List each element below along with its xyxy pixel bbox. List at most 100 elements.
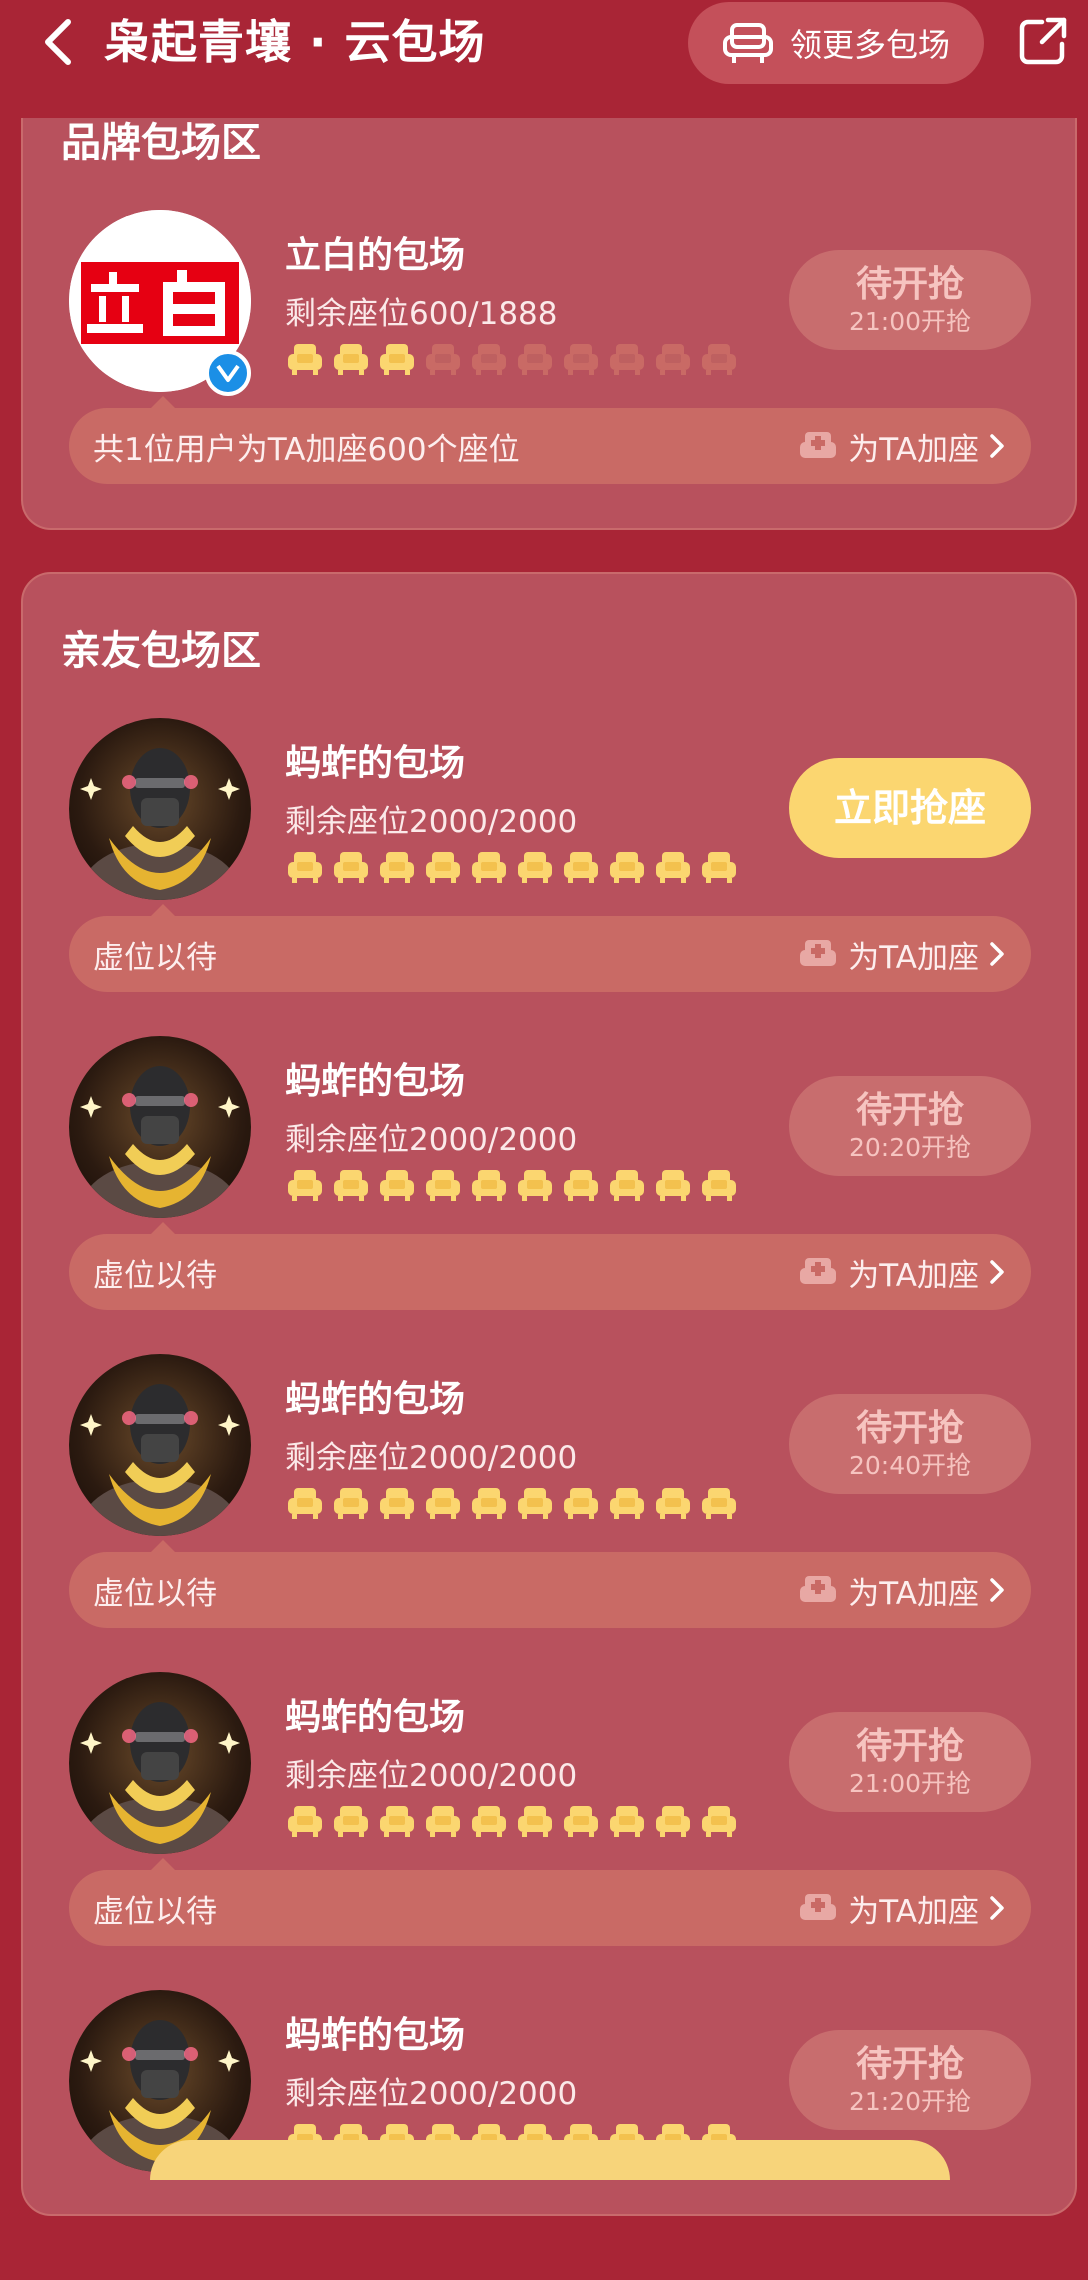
section-title-friend: 亲友包场区 bbox=[61, 628, 261, 674]
action-time: 20:20开抢 bbox=[848, 1133, 972, 1162]
seat-filled-icon bbox=[334, 1806, 368, 1837]
grab-seat-button[interactable]: 待开抢 20:20开抢 bbox=[789, 1076, 1031, 1176]
chevron-right-icon bbox=[990, 1578, 1004, 1602]
avatar[interactable] bbox=[69, 718, 251, 900]
seat-filled-icon bbox=[426, 852, 460, 883]
friend-card: 蚂蚱的包场 剩余座位2000/2000 待开抢 21:00开抢 虚位以待 为TA… bbox=[23, 1672, 1075, 1962]
add-seat-label: 为TA加座 bbox=[848, 1893, 979, 1930]
pointer-arrow bbox=[151, 1540, 175, 1552]
seat-empty-icon bbox=[702, 344, 736, 375]
add-seat-link[interactable]: 为TA加座 bbox=[798, 1568, 1005, 1613]
add-sofa-icon bbox=[800, 1576, 837, 1602]
seat-filled-icon bbox=[426, 1806, 460, 1837]
support-text: 共1位用户为TA加座600个座位 bbox=[93, 431, 520, 468]
seat-count: 剩余座位2000/2000 bbox=[285, 1122, 578, 1158]
add-seat-label: 为TA加座 bbox=[848, 939, 979, 976]
seat-filled-icon bbox=[518, 1170, 552, 1201]
action-label: 待开抢 bbox=[855, 264, 964, 305]
verified-icon bbox=[205, 350, 251, 396]
grab-seat-button[interactable]: 待开抢 21:20开抢 bbox=[789, 2030, 1031, 2130]
seat-filled-icon bbox=[380, 1170, 414, 1201]
support-bar[interactable]: 共1位用户为TA加座600个座位 为TA加座 bbox=[69, 408, 1031, 484]
seat-empty-icon bbox=[564, 344, 598, 375]
seat-filled-icon bbox=[656, 1488, 690, 1519]
avatar-figure bbox=[80, 1702, 240, 1854]
action-label: 待开抢 bbox=[855, 1090, 964, 1131]
get-more-rooms-button[interactable]: 领更多包场 bbox=[688, 2, 984, 84]
support-text: 虚位以待 bbox=[93, 1257, 217, 1294]
support-text: 虚位以待 bbox=[93, 1893, 217, 1930]
room-name: 蚂蚱的包场 bbox=[285, 1061, 466, 1102]
seat-filled-icon bbox=[380, 1806, 414, 1837]
share-icon[interactable] bbox=[1018, 14, 1070, 66]
seat-count: 剩余座位600/1888 bbox=[285, 296, 558, 332]
seat-filled-icon bbox=[564, 1170, 598, 1201]
chevron-right-icon bbox=[990, 434, 1004, 458]
seat-filled-icon bbox=[472, 852, 506, 883]
seat-filled-icon bbox=[288, 1806, 322, 1837]
friend-section: 亲友包场区 蚂蚱的包场 剩余座位2000/2000 立即抢座 虚位以待 为TA加… bbox=[21, 572, 1077, 2216]
add-sofa-icon bbox=[800, 1258, 837, 1284]
add-seat-link[interactable]: 为TA加座 bbox=[798, 424, 1005, 469]
avatar[interactable] bbox=[69, 1672, 251, 1854]
seat-empty-icon bbox=[518, 344, 552, 375]
seat-filled-icon bbox=[518, 1488, 552, 1519]
avatar[interactable] bbox=[69, 1036, 251, 1218]
avatar-figure bbox=[80, 1384, 240, 1536]
bottom-floating-button[interactable] bbox=[150, 2140, 950, 2180]
seat-filled-icon bbox=[564, 1806, 598, 1837]
seat-filled-icon bbox=[380, 344, 414, 375]
grab-seat-button[interactable]: 待开抢 21:00开抢 bbox=[789, 250, 1031, 350]
add-seat-link[interactable]: 为TA加座 bbox=[798, 932, 1005, 977]
room-name: 蚂蚱的包场 bbox=[285, 1379, 466, 1420]
seat-filled-icon bbox=[288, 1170, 322, 1201]
add-seat-label: 为TA加座 bbox=[848, 431, 979, 468]
seat-filled-icon bbox=[702, 1806, 736, 1837]
seat-row bbox=[287, 1168, 737, 1202]
friend-card: 蚂蚱的包场 剩余座位2000/2000 待开抢 20:20开抢 虚位以待 为TA… bbox=[23, 1036, 1075, 1326]
seat-filled-icon bbox=[472, 1806, 506, 1837]
seat-filled-icon bbox=[380, 1488, 414, 1519]
friend-card: 蚂蚱的包场 剩余座位2000/2000 待开抢 20:40开抢 虚位以待 为TA… bbox=[23, 1354, 1075, 1644]
add-seat-link[interactable]: 为TA加座 bbox=[798, 1886, 1005, 1931]
support-bar[interactable]: 虚位以待 为TA加座 bbox=[69, 916, 1031, 992]
get-more-rooms-label: 领更多包场 bbox=[789, 26, 950, 64]
support-bar[interactable]: 虚位以待 为TA加座 bbox=[69, 1234, 1031, 1310]
add-seat-label: 为TA加座 bbox=[848, 1257, 979, 1294]
grab-seat-button[interactable]: 待开抢 21:00开抢 bbox=[789, 1712, 1031, 1812]
chevron-right-icon bbox=[990, 1896, 1004, 1920]
grab-seat-button[interactable]: 待开抢 20:40开抢 bbox=[789, 1394, 1031, 1494]
avatar[interactable] bbox=[69, 1354, 251, 1536]
seat-empty-icon bbox=[426, 344, 460, 375]
room-name: 蚂蚱的包场 bbox=[285, 743, 466, 784]
pointer-arrow bbox=[151, 904, 175, 916]
back-chevron-icon[interactable] bbox=[38, 16, 78, 68]
seat-filled-icon bbox=[334, 1170, 368, 1201]
avatar-figure bbox=[80, 1066, 240, 1218]
seat-filled-icon bbox=[610, 1806, 644, 1837]
add-seat-label: 为TA加座 bbox=[848, 1575, 979, 1612]
add-seat-link[interactable]: 为TA加座 bbox=[798, 1250, 1005, 1295]
seat-filled-icon bbox=[702, 1488, 736, 1519]
seat-filled-icon bbox=[518, 1806, 552, 1837]
support-bar[interactable]: 虚位以待 为TA加座 bbox=[69, 1870, 1031, 1946]
seat-row bbox=[287, 1804, 737, 1838]
action-label: 立即抢座 bbox=[833, 786, 986, 830]
seat-filled-icon bbox=[426, 1488, 460, 1519]
seat-row bbox=[287, 850, 737, 884]
add-sofa-icon bbox=[800, 940, 837, 966]
sofa-icon bbox=[722, 23, 773, 63]
seat-empty-icon bbox=[656, 344, 690, 375]
avatar-figure bbox=[80, 748, 240, 900]
brand-card: 立白的包场 剩余座位600/1888 待开抢 21:00开抢 共1位用户为TA加… bbox=[23, 210, 1075, 500]
seat-filled-icon bbox=[564, 1488, 598, 1519]
section-title-brand: 品牌包场区 bbox=[61, 120, 261, 166]
seat-filled-icon bbox=[426, 1170, 460, 1201]
action-label: 待开抢 bbox=[855, 1408, 964, 1449]
seat-empty-icon bbox=[472, 344, 506, 375]
support-bar[interactable]: 虚位以待 为TA加座 bbox=[69, 1552, 1031, 1628]
grab-seat-button[interactable]: 立即抢座 bbox=[789, 758, 1031, 858]
seat-filled-icon bbox=[702, 1170, 736, 1201]
seat-count: 剩余座位2000/2000 bbox=[285, 2076, 578, 2112]
seat-filled-icon bbox=[288, 344, 322, 375]
